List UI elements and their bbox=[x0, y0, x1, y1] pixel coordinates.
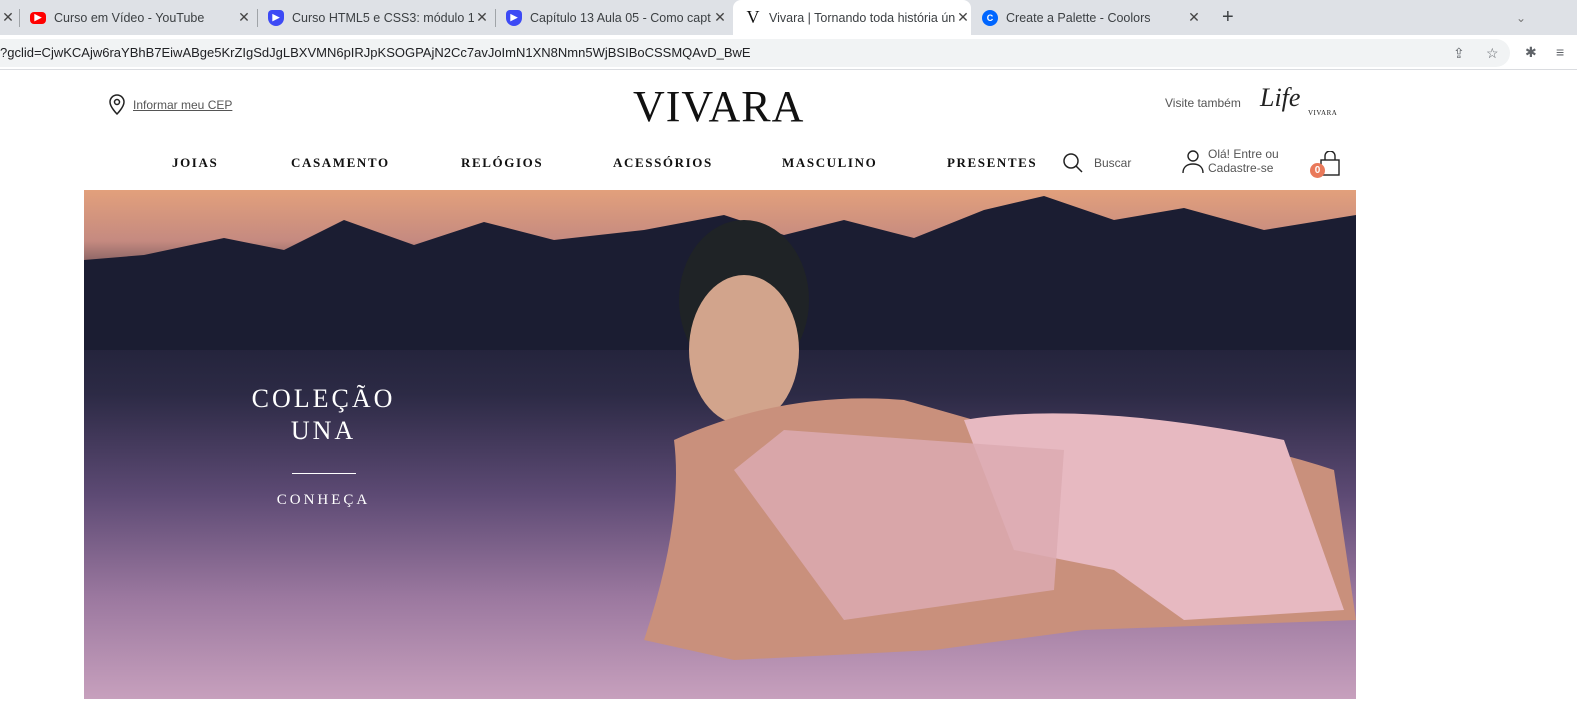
search-label: Buscar bbox=[1094, 156, 1132, 170]
close-icon[interactable]: ✕ bbox=[955, 9, 971, 26]
extensions-icon[interactable]: ✱ bbox=[1525, 44, 1537, 61]
search-button[interactable]: Buscar bbox=[1062, 152, 1131, 174]
star-icon[interactable]: ☆ bbox=[1486, 39, 1499, 67]
cart-button[interactable]: 0 bbox=[1310, 150, 1340, 182]
close-icon[interactable]: ✕ bbox=[236, 9, 252, 26]
hero-title-line1: COLEÇÃO bbox=[251, 384, 396, 413]
login-line2: Cadastre-se bbox=[1208, 161, 1274, 175]
nav-joias[interactable]: JOIAS bbox=[172, 155, 218, 171]
hero-title-line2: UNA bbox=[290, 416, 357, 445]
tab-title: Curso HTML5 e CSS3: módulo 1 d bbox=[292, 10, 474, 25]
tab-title: Capítulo 13 Aula 05 - Como capt bbox=[530, 10, 711, 25]
tab-title: Create a Palette - Coolors bbox=[1006, 10, 1151, 25]
tab-coolors[interactable]: C Create a Palette - Coolors ✕ bbox=[982, 0, 1202, 35]
life-logo[interactable]: Life VIVARA bbox=[1260, 83, 1337, 117]
tab-bar: ✕ ▶ Curso em Vídeo - YouTube ✕ ▶ Curso H… bbox=[0, 0, 1577, 35]
nav-presentes[interactable]: PRESENTES bbox=[947, 155, 1037, 171]
hero-banner[interactable]: COLEÇÃO UNA CONHEÇA bbox=[84, 190, 1356, 699]
location-pin-icon bbox=[109, 94, 125, 116]
login-line1: Olá! Entre ou bbox=[1208, 147, 1279, 161]
cep-label: Informar meu CEP bbox=[133, 98, 233, 112]
tab-html-course[interactable]: ▶ Curso HTML5 e CSS3: módulo 1 d ✕ bbox=[268, 0, 490, 35]
url-input[interactable]: ?gclid=CjwKCAjw6raYBhB7EiwABge5KrZIgSdJg… bbox=[0, 39, 1510, 67]
hero-divider bbox=[291, 473, 356, 474]
tab-title: Vivara | Tornando toda história ún bbox=[769, 10, 955, 25]
address-bar: ?gclid=CjwKCAjw6raYBhB7EiwABge5KrZIgSdJg… bbox=[0, 35, 1577, 70]
user-icon bbox=[1182, 150, 1204, 174]
close-icon[interactable]: ✕ bbox=[474, 9, 490, 26]
tab-search-chevron-icon[interactable]: ⌄ bbox=[1516, 0, 1526, 35]
reading-list-icon[interactable]: ≡ bbox=[1556, 44, 1564, 60]
share-icon[interactable]: ⇪ bbox=[1453, 39, 1465, 67]
cep-link[interactable]: Informar meu CEP bbox=[107, 94, 232, 116]
coolors-icon: C bbox=[982, 9, 998, 26]
close-icon[interactable]: ✕ bbox=[712, 9, 728, 26]
youtube-icon: ▶ bbox=[30, 11, 46, 24]
hero-text: COLEÇÃO UNA CONHEÇA bbox=[251, 383, 396, 509]
nav-relogios[interactable]: RELÓGIOS bbox=[461, 155, 543, 171]
nav-casamento[interactable]: CASAMENTO bbox=[291, 155, 390, 171]
new-tab-button[interactable]: + bbox=[1222, 0, 1234, 35]
vivara-logo[interactable]: VIVARA bbox=[633, 81, 804, 132]
shield-play-icon: ▶ bbox=[268, 9, 284, 26]
tab-partial[interactable]: ✕ bbox=[0, 0, 20, 35]
vivara-v-icon: V bbox=[746, 7, 760, 27]
visit-label: Visite também bbox=[1165, 96, 1241, 110]
hero-cta-link[interactable]: CONHEÇA bbox=[251, 492, 396, 509]
tab-vivara[interactable]: V Vivara | Tornando toda história ún ✕ bbox=[733, 0, 971, 35]
tab-title: Curso em Vídeo - YouTube bbox=[54, 10, 205, 25]
login-link[interactable]: Olá! Entre ou Cadastre-se bbox=[1182, 147, 1279, 175]
nav-acessorios[interactable]: ACESSÓRIOS bbox=[613, 155, 713, 171]
tab-capitulo[interactable]: ▶ Capítulo 13 Aula 05 - Como capt ✕ bbox=[506, 0, 728, 35]
cart-count-badge: 0 bbox=[1310, 163, 1325, 178]
close-icon[interactable]: ✕ bbox=[0, 9, 16, 26]
shield-play-icon: ▶ bbox=[506, 9, 522, 26]
search-icon bbox=[1063, 153, 1083, 173]
nav-masculino[interactable]: MASCULINO bbox=[782, 155, 877, 171]
close-icon[interactable]: ✕ bbox=[1186, 9, 1202, 26]
tab-youtube[interactable]: ▶ Curso em Vídeo - YouTube ✕ bbox=[30, 0, 252, 35]
url-text: ?gclid=CjwKCAjw6raYBhB7EiwABge5KrZIgSdJg… bbox=[0, 45, 751, 60]
